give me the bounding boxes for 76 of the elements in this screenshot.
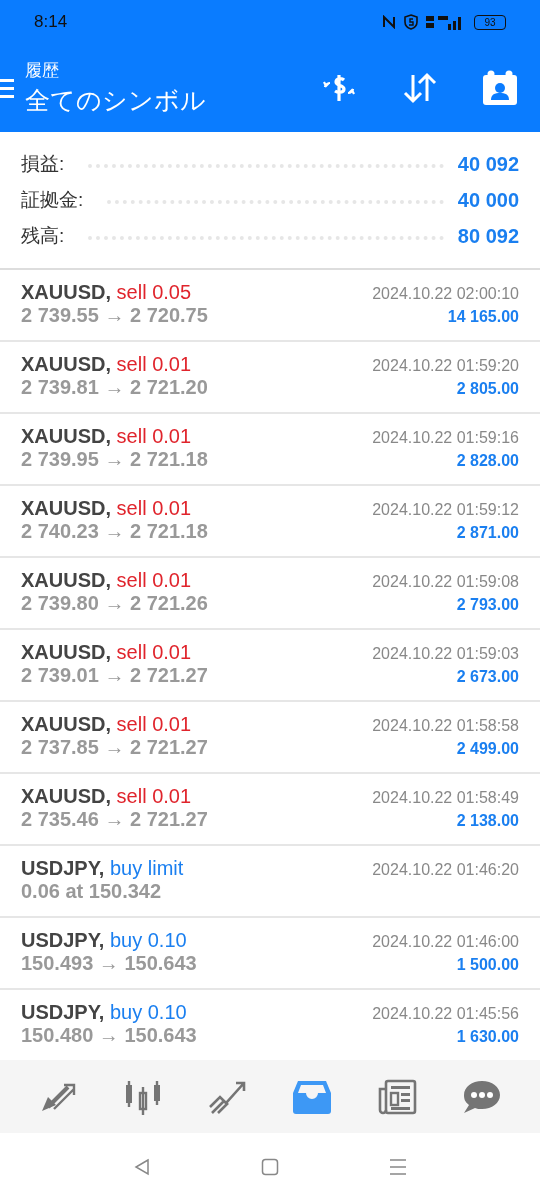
deal-profit: 2 138.00: [456, 812, 519, 830]
deal-type: sell 0.01: [116, 713, 192, 735]
deal-time: 2024.10.22 02:00:10: [372, 285, 519, 303]
summary-value: 80 092: [457, 224, 519, 248]
deal-prices: 2 739.95 → 2 721.18: [21, 448, 208, 471]
deal-symbol: XAUUSD,: [21, 785, 111, 807]
summary-label: 残高:: [21, 224, 65, 248]
deal-symbol: XAUUSD,: [21, 425, 111, 447]
menu-icon[interactable]: [0, 76, 14, 100]
deal-prices: 2 739.80 → 2 721.26: [21, 592, 208, 615]
calendar-person-icon[interactable]: [482, 70, 518, 106]
deal-type: sell 0.01: [116, 353, 192, 375]
deal-prices: 2 739.81 → 2 721.20: [21, 376, 208, 399]
sort-icon[interactable]: [402, 72, 438, 104]
deal-prices: 2 739.55 → 2 720.75: [21, 304, 208, 327]
deal-time: 2024.10.22 01:58:49: [372, 789, 519, 807]
deal-profit: 2 673.00: [456, 668, 519, 686]
deal-prices: 2 740.23 → 2 721.18: [21, 520, 208, 543]
deal-type: buy limit: [109, 857, 184, 879]
deal-time: 2024.10.22 01:45:56: [372, 1005, 519, 1023]
deal-profit: 2 828.00: [456, 452, 519, 470]
deal-symbol: XAUUSD,: [21, 353, 111, 375]
deal-symbol: XAUUSD,: [21, 713, 111, 735]
deal-symbol: XAUUSD,: [21, 281, 111, 303]
header-subtitle: 履歴: [25, 60, 60, 82]
deal-time: 2024.10.22 01:59:08: [372, 573, 519, 591]
deal-symbol: XAUUSD,: [21, 641, 111, 663]
deal-symbol: XAUUSD,: [21, 497, 111, 519]
deal-time: 2024.10.22 01:59:20: [372, 357, 519, 375]
deal-type: sell 0.01: [116, 425, 192, 447]
deal-type: sell 0.01: [116, 641, 192, 663]
deal-type: buy 0.10: [109, 929, 187, 951]
deal-type: sell 0.01: [116, 569, 192, 591]
deal-profit: 14 165.00: [447, 308, 519, 326]
deal-type: buy 0.10: [109, 1001, 187, 1023]
deal-profit: 1 630.00: [456, 1028, 519, 1046]
deal-prices: 2 735.46 → 2 721.27: [21, 808, 208, 831]
header-title: 全てのシンボル: [25, 85, 207, 116]
deal-type: sell 0.05: [116, 281, 192, 303]
deal-profit: 2 805.00: [456, 380, 519, 398]
summary-value: 40 000: [457, 188, 519, 212]
deal-time: 2024.10.22 01:58:58: [372, 717, 519, 735]
back-icon[interactable]: [133, 1157, 151, 1176]
deal-time: 2024.10.22 01:59:03: [372, 645, 519, 663]
deal-time: 2024.10.22 01:46:20: [372, 861, 519, 879]
shield-icon: [404, 14, 418, 30]
deal-prices: 2 739.01 → 2 721.27: [21, 664, 208, 687]
battery-level: 93: [484, 16, 496, 28]
chart-tab[interactable]: [123, 1078, 163, 1115]
deal-symbol: XAUUSD,: [21, 569, 111, 591]
recents-icon[interactable]: [389, 1157, 407, 1176]
deal-type: sell 0.01: [116, 785, 192, 807]
deal-profit: 2 871.00: [456, 524, 519, 542]
chat-tab[interactable]: [461, 1078, 502, 1115]
deal-profit: 2 499.00: [456, 740, 519, 758]
deal-profit: 2 793.00: [456, 596, 519, 614]
deal-prices: 2 737.85 → 2 721.27: [21, 736, 208, 759]
deal-prices: 0.06 at 150.342: [21, 880, 162, 903]
summary-label: 証拠金:: [21, 188, 84, 212]
deal-time: 2024.10.22 01:59:12: [372, 501, 519, 519]
deal-profit: 1 500.00: [456, 956, 519, 974]
home-icon[interactable]: [261, 1157, 279, 1176]
deal-prices: 150.480 → 150.643: [21, 1024, 197, 1047]
nfc-icon: [382, 15, 396, 29]
deal-time: 2024.10.22 01:46:00: [372, 933, 519, 951]
summary-label: 損益:: [21, 152, 65, 176]
status-time: 8:14: [34, 12, 68, 32]
history-tab[interactable]: [292, 1078, 333, 1115]
deal-symbol: USDJPY,: [21, 857, 105, 879]
deal-prices: 150.493 → 150.643: [21, 952, 197, 975]
deal-type: sell 0.01: [116, 497, 192, 519]
summary-value: 40 092: [457, 152, 519, 176]
deal-time: 2024.10.22 01:59:16: [372, 429, 519, 447]
deal-symbol: USDJPY,: [21, 1001, 105, 1023]
deal-symbol: USDJPY,: [21, 929, 105, 951]
news-tab[interactable]: [376, 1078, 417, 1115]
